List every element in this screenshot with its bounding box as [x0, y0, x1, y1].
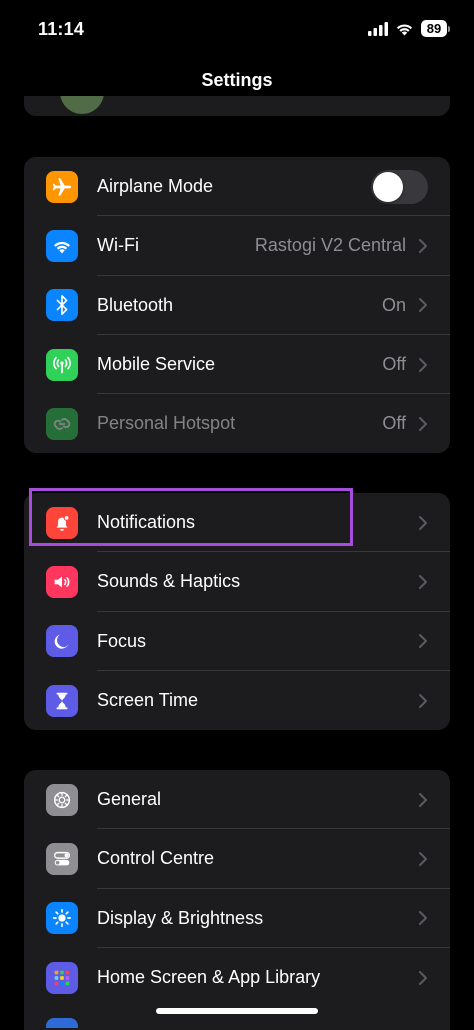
personal-hotspot-value: Off — [382, 413, 406, 434]
wifi-status-icon — [396, 23, 413, 35]
display-brightness-row[interactable]: Display & Brightness — [24, 889, 450, 948]
general-row[interactable]: General — [24, 770, 450, 830]
screen-time-row[interactable]: Screen Time — [24, 671, 450, 730]
wifi-row[interactable]: Wi-Fi Rastogi V2 Central — [24, 216, 450, 276]
chevron-right-icon — [419, 693, 427, 708]
general-label: General — [97, 789, 162, 810]
status-icons: 89 — [368, 20, 450, 37]
wifi-network-value: Rastogi V2 Central — [254, 235, 406, 256]
status-bar: 11:14 89 — [0, 0, 474, 56]
chevron-right-icon — [419, 416, 427, 431]
account-row-partial[interactable] — [24, 96, 450, 116]
mobile-service-row[interactable]: Mobile Service Off — [24, 335, 450, 395]
airplane-mode-label: Airplane Mode — [97, 176, 214, 197]
screen-time-label: Screen Time — [97, 690, 199, 711]
accessibility-icon-partial — [46, 1018, 78, 1028]
chevron-right-icon — [419, 911, 427, 926]
app-grid-icon — [46, 961, 78, 994]
focus-label: Focus — [97, 630, 147, 651]
chevron-right-icon — [419, 357, 427, 372]
focus-row[interactable]: Focus — [24, 612, 450, 671]
chevron-right-icon — [419, 515, 427, 530]
mobile-service-label: Mobile Service — [97, 354, 216, 375]
chevron-right-icon — [419, 970, 427, 985]
personal-hotspot-row[interactable]: Personal Hotspot Off — [24, 394, 450, 453]
notifications-label: Notifications — [97, 512, 196, 533]
chevron-right-icon — [419, 574, 427, 589]
notification-bell-icon — [46, 506, 78, 539]
bluetooth-icon — [46, 289, 78, 322]
control-centre-row[interactable]: Control Centre — [24, 829, 450, 889]
battery-level: 89 — [421, 20, 447, 37]
airplane-mode-toggle[interactable] — [371, 169, 428, 204]
connectivity-group: Airplane Mode Wi-Fi Rastogi V2 Central B… — [24, 157, 450, 454]
cellular-signal-icon — [368, 21, 388, 36]
avatar — [60, 96, 104, 114]
display-brightness-label: Display & Brightness — [97, 907, 264, 928]
speaker-icon — [46, 565, 78, 598]
home-screen-row[interactable]: Home Screen & App Library — [24, 948, 450, 1007]
bluetooth-value: On — [381, 294, 406, 315]
chevron-right-icon — [419, 851, 427, 866]
chevron-right-icon — [419, 792, 427, 807]
gear-icon — [46, 783, 78, 816]
home-indicator[interactable] — [156, 1008, 318, 1014]
bluetooth-label: Bluetooth — [97, 294, 174, 315]
status-time: 11:14 — [38, 19, 85, 39]
antenna-icon — [46, 348, 78, 381]
bluetooth-row[interactable]: Bluetooth On — [24, 276, 450, 335]
hotspot-icon — [46, 407, 78, 440]
sun-icon — [46, 902, 78, 935]
toggle-knob — [373, 171, 403, 202]
hourglass-icon — [46, 684, 78, 717]
mobile-service-value: Off — [382, 354, 406, 375]
page-title: Settings — [201, 70, 273, 90]
airplane-icon — [46, 170, 78, 203]
airplane-mode-row[interactable]: Airplane Mode — [24, 157, 450, 217]
wifi-label: Wi-Fi — [97, 235, 139, 256]
sounds-haptics-label: Sounds & Haptics — [97, 571, 241, 592]
notifications-row[interactable]: Notifications — [24, 493, 450, 553]
wifi-icon — [46, 229, 78, 262]
home-screen-label: Home Screen & App Library — [97, 967, 321, 988]
toggles-icon — [46, 842, 78, 875]
general-group: General Control Centre Display & Brightn… — [24, 770, 450, 1030]
notifications-group: Notifications Sounds & Haptics Focus Scr… — [24, 493, 450, 731]
personal-hotspot-label: Personal Hotspot — [97, 413, 236, 434]
sounds-haptics-row[interactable]: Sounds & Haptics — [24, 552, 450, 612]
chevron-right-icon — [419, 298, 427, 313]
chevron-right-icon — [419, 634, 427, 649]
battery-icon: 89 — [421, 20, 450, 37]
control-centre-label: Control Centre — [97, 848, 215, 869]
moon-icon — [46, 625, 78, 658]
chevron-right-icon — [419, 238, 427, 253]
